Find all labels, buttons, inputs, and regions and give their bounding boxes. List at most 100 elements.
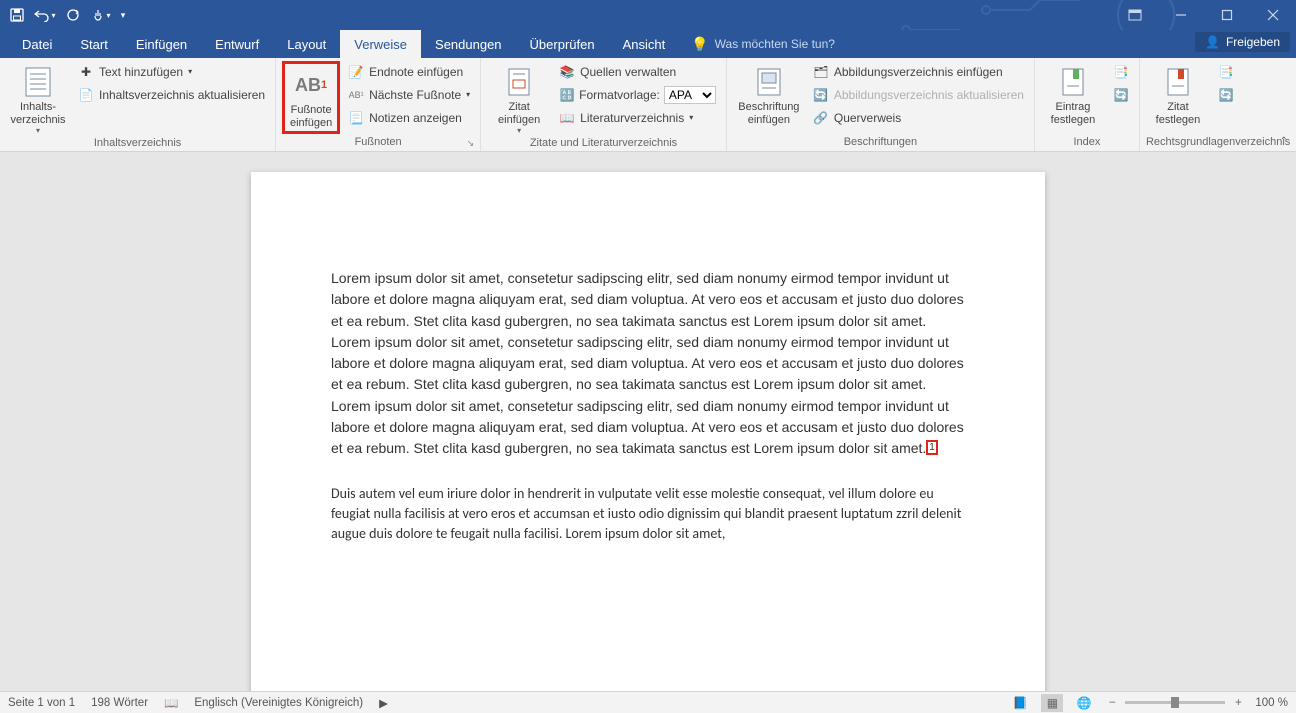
minimize-button[interactable] — [1158, 0, 1204, 30]
group-index: Eintrag festlegen 📑 🔄 Index — [1035, 58, 1140, 151]
tab-layout[interactable]: Layout — [273, 30, 340, 58]
show-notes-button[interactable]: 📃Notizen anzeigen — [344, 107, 474, 128]
quick-access-toolbar: ▾ ▾ ▾ — [4, 2, 130, 28]
sources-icon: 📚 — [559, 64, 575, 80]
authorities-icon — [1164, 65, 1192, 99]
tab-verweise[interactable]: Verweise — [340, 30, 421, 58]
group-citations: Zitat einfügen ▾ 📚Quellen verwalten 🔠 Fo… — [481, 58, 727, 151]
redo-button[interactable] — [60, 2, 86, 28]
spellcheck-icon[interactable]: 📖 — [164, 696, 178, 710]
footnote-reference[interactable]: 1 — [926, 440, 938, 455]
person-icon: 👤 — [1205, 35, 1220, 49]
update-toc-button[interactable]: 📄Inhaltsverzeichnis aktualisieren — [74, 84, 269, 105]
lightbulb-icon: 💡 — [691, 36, 708, 53]
chevron-down-icon: ▾ — [517, 126, 521, 135]
tab-ueberpruefen[interactable]: Überprüfen — [516, 30, 609, 58]
group-footnotes: AB1 Fußnote einfügen 📝Endnote einfügen A… — [276, 58, 481, 151]
slider-track[interactable] — [1125, 701, 1225, 704]
paragraph-1[interactable]: Lorem ipsum dolor sit amet, consetetur s… — [331, 268, 965, 460]
tab-ansicht[interactable]: Ansicht — [609, 30, 680, 58]
group-label-authorities: Rechtsgrundlagenverzeichnis — [1146, 134, 1290, 151]
insert-index-button[interactable]: 📑 — [1109, 61, 1133, 82]
page-indicator[interactable]: Seite 1 von 1 — [8, 697, 75, 709]
index-icon — [1059, 65, 1087, 99]
update-toa-icon: 🔄 — [1218, 87, 1234, 103]
citation-style-select[interactable]: 🔠 Formatvorlage: APA — [555, 84, 720, 105]
tab-entwurf[interactable]: Entwurf — [201, 30, 273, 58]
update-index-icon: 🔄 — [1113, 87, 1129, 103]
update-tof-icon: 🔄 — [813, 87, 829, 103]
ribbon-display-options[interactable] — [1112, 0, 1158, 30]
dialog-launcher-icon[interactable]: ↘ — [467, 138, 475, 149]
tell-me-search[interactable]: 💡 Was möchten Sie tun? — [691, 30, 835, 58]
undo-button[interactable]: ▾ — [32, 2, 58, 28]
insert-toa-button[interactable]: 📑 — [1214, 61, 1238, 82]
style-dropdown[interactable]: APA — [664, 86, 716, 104]
group-label-footnotes: Fußnoten↘ — [282, 134, 474, 151]
zoom-slider[interactable]: − + — [1105, 697, 1245, 709]
group-captions: Beschriftung einfügen 🗂Abbildungsverzeic… — [727, 58, 1035, 151]
maximize-button[interactable] — [1204, 0, 1250, 30]
collapse-ribbon-button[interactable]: ⌃ — [1280, 136, 1288, 147]
zoom-out-button[interactable]: − — [1105, 697, 1119, 709]
document-area[interactable]: Lorem ipsum dolor sit amet, consetetur s… — [0, 152, 1296, 691]
group-label-captions: Beschriftungen — [733, 134, 1028, 151]
mark-entry-button[interactable]: Eintrag festlegen — [1041, 61, 1105, 134]
statusbar: Seite 1 von 1 198 Wörter 📖 Englisch (Ver… — [0, 691, 1296, 713]
tab-start[interactable]: Start — [66, 30, 121, 58]
toa-icon: 📑 — [1218, 64, 1234, 80]
insert-index-icon: 📑 — [1113, 64, 1129, 80]
insert-footnote-button[interactable]: AB1 Fußnote einfügen — [282, 61, 340, 134]
zoom-level[interactable]: 100 % — [1255, 697, 1288, 709]
save-button[interactable] — [4, 2, 30, 28]
qat-customize-button[interactable]: ▾ — [116, 2, 130, 28]
paragraph-2[interactable]: Duis autem vel eum iriure dolor in hendr… — [331, 484, 965, 545]
tab-datei[interactable]: Datei — [8, 30, 66, 58]
bibliography-button[interactable]: 📖Literaturverzeichnis ▾ — [555, 107, 720, 128]
update-tof-button: 🔄Abbildungsverzeichnis aktualisieren — [809, 84, 1028, 105]
crossref-button[interactable]: 🔗Querverweis — [809, 107, 1028, 128]
add-text-icon: ✚ — [78, 64, 94, 80]
ribbon-tabs: Datei Start Einfügen Entwurf Layout Verw… — [0, 30, 1296, 58]
style-icon: 🔠 — [559, 87, 575, 103]
touch-mode-button[interactable]: ▾ — [88, 2, 114, 28]
crossref-icon: 🔗 — [813, 110, 829, 126]
zoom-in-button[interactable]: + — [1231, 697, 1245, 709]
insert-tof-button[interactable]: 🗂Abbildungsverzeichnis einfügen — [809, 61, 1028, 82]
group-label-index: Index — [1041, 134, 1133, 151]
endnote-icon: 📝 — [348, 64, 364, 80]
mark-citation-button[interactable]: Zitat festlegen — [1146, 61, 1210, 134]
tab-sendungen[interactable]: Sendungen — [421, 30, 516, 58]
bibliography-icon: 📖 — [559, 110, 575, 126]
caption-icon — [754, 65, 784, 99]
next-footnote-button[interactable]: AB¹Nächste Fußnote ▾ — [344, 84, 474, 105]
web-layout-button[interactable]: 🌐 — [1073, 694, 1095, 712]
insert-caption-button[interactable]: Beschriftung einfügen — [733, 61, 805, 134]
insert-citation-button[interactable]: Zitat einfügen ▾ — [487, 61, 551, 135]
macro-icon[interactable]: ▶ — [379, 696, 388, 710]
toc-button[interactable]: Inhalts- verzeichnis ▾ — [6, 61, 70, 135]
update-icon: 📄 — [78, 87, 94, 103]
word-count[interactable]: 198 Wörter — [91, 697, 148, 709]
slider-thumb[interactable] — [1171, 697, 1179, 708]
next-footnote-icon: AB¹ — [348, 87, 364, 103]
manage-sources-button[interactable]: 📚Quellen verwalten — [555, 61, 720, 82]
add-text-button[interactable]: ✚Text hinzufügen ▾ — [74, 61, 269, 82]
close-button[interactable] — [1250, 0, 1296, 30]
window-controls — [1112, 0, 1296, 30]
page: Lorem ipsum dolor sit amet, consetetur s… — [251, 172, 1045, 691]
toc-icon — [23, 65, 53, 99]
tab-einfuegen[interactable]: Einfügen — [122, 30, 201, 58]
chevron-down-icon: ▾ — [36, 126, 40, 135]
tof-icon: 🗂 — [813, 64, 829, 80]
language-indicator[interactable]: Englisch (Vereinigtes Königreich) — [194, 697, 363, 709]
update-index-button: 🔄 — [1109, 84, 1133, 105]
share-button[interactable]: 👤 Freigeben — [1195, 32, 1290, 52]
group-label-citations: Zitate und Literaturverzeichnis — [487, 135, 720, 152]
group-toc: Inhalts- verzeichnis ▾ ✚Text hinzufügen … — [0, 58, 276, 151]
read-mode-button[interactable]: 📘 — [1009, 694, 1031, 712]
group-label-toc: Inhaltsverzeichnis — [6, 135, 269, 152]
update-toa-button: 🔄 — [1214, 84, 1238, 105]
print-layout-button[interactable]: ▦ — [1041, 694, 1063, 712]
insert-endnote-button[interactable]: 📝Endnote einfügen — [344, 61, 474, 82]
